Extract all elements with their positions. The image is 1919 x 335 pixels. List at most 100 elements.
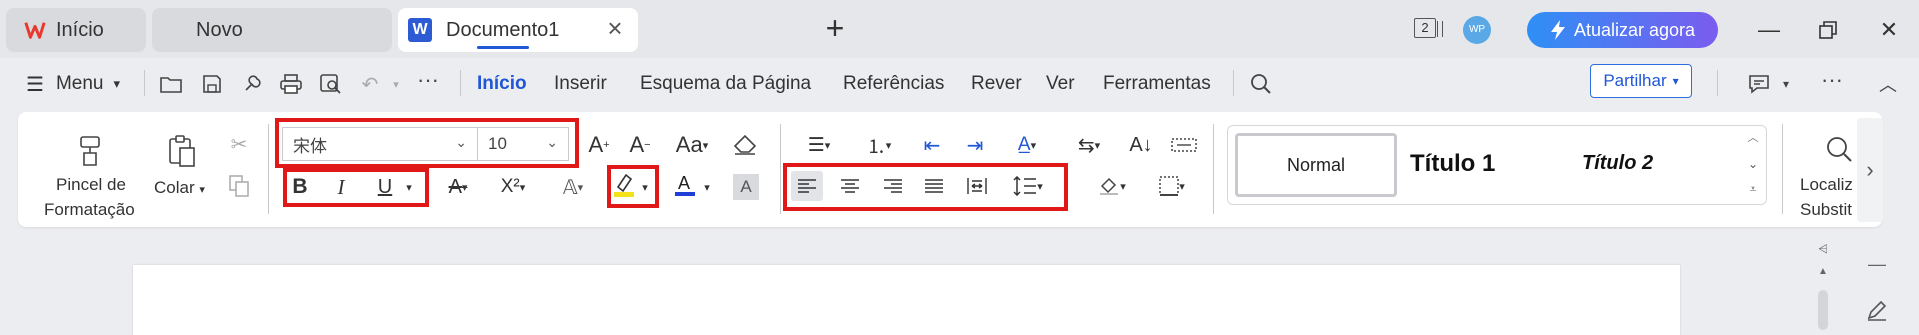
tab-inicio[interactable]: Início (477, 68, 527, 100)
print-preview-icon[interactable] (317, 70, 345, 98)
more-icon[interactable]: ··· (414, 66, 442, 94)
numbered-list-icon[interactable]: ⒈ ▾ (857, 130, 901, 160)
menu-label: Menu (55, 73, 104, 94)
styles-scroll-down-icon[interactable]: ⌄ (1744, 155, 1762, 173)
paste-icon[interactable] (166, 133, 198, 169)
find-label-1[interactable]: Localiz (1800, 175, 1853, 195)
divider (1213, 124, 1214, 214)
undo-icon[interactable]: ↶ (356, 70, 384, 98)
lightning-icon (1550, 20, 1565, 40)
tab-ver[interactable]: Ver (1046, 68, 1075, 100)
pen-icon[interactable] (1864, 297, 1890, 323)
ltr-rtl-icon[interactable]: ⇆ ▾ (1067, 130, 1111, 160)
shading-icon[interactable]: ▾ (1090, 171, 1134, 201)
font-color-icon[interactable]: A (672, 170, 698, 200)
change-case-icon[interactable]: Aa ▾ (670, 130, 714, 160)
tab-ver-label: Ver (1046, 73, 1075, 94)
plus-icon[interactable]: + (820, 12, 850, 44)
format-painter-label-2[interactable]: Formatação (44, 200, 135, 220)
more-icon[interactable]: ··· (1818, 66, 1846, 94)
divider (780, 124, 781, 214)
avatar[interactable]: WP (1463, 16, 1491, 44)
minimize-icon[interactable]: — (1749, 10, 1789, 50)
find-icon[interactable] (1823, 133, 1855, 165)
format-painter-icon[interactable] (74, 133, 106, 169)
divider (1233, 70, 1234, 96)
chevron-down-icon[interactable]: ▾ (1772, 70, 1800, 98)
tab-rever-label: Rever (971, 73, 1022, 94)
comment-icon[interactable] (1745, 70, 1773, 98)
tab-home[interactable]: Início (6, 8, 146, 52)
print-icon[interactable] (277, 70, 305, 98)
open-folder-icon[interactable] (157, 70, 185, 98)
save-icon[interactable] (198, 70, 226, 98)
split-view-icon[interactable]: ⩤ (1814, 240, 1832, 258)
restore-icon[interactable] (1808, 10, 1848, 50)
share-button[interactable]: Partilhar ▾ (1590, 64, 1692, 98)
sort-icon[interactable]: A↓ (1125, 130, 1157, 160)
text-direction-icon[interactable]: A̲ ▾ (1005, 130, 1049, 160)
show-hide-marks-icon[interactable] (1168, 130, 1200, 160)
search-icon[interactable] (1247, 70, 1275, 98)
grow-font-icon[interactable]: A + (584, 130, 614, 160)
styles-expand-icon[interactable]: ⩡ (1744, 180, 1762, 198)
style-title-2[interactable]: Título 2 (1582, 152, 1653, 175)
tab-inserir[interactable]: Inserir (554, 68, 607, 100)
scroll-up-icon[interactable]: ▲ (1814, 262, 1832, 280)
divider (1782, 124, 1783, 214)
style-title-2-label: Título 2 (1582, 152, 1654, 174)
clear-format-icon[interactable] (730, 130, 760, 160)
vertical-scrollbar[interactable] (1818, 290, 1828, 330)
tab-referencias[interactable]: Referências (843, 68, 944, 100)
shrink-font-icon[interactable]: A − (625, 130, 655, 160)
cut-icon[interactable]: ✂ (225, 130, 253, 158)
document-page[interactable] (133, 265, 1680, 335)
chevron-down-icon: ▾ (113, 76, 120, 91)
divider (460, 70, 461, 96)
chevron-down-icon[interactable]: ▾ (382, 70, 410, 98)
ribbon-scroll-right-icon[interactable]: › (1857, 118, 1883, 222)
tab-esquema-label: Esquema da Página (640, 73, 812, 94)
borders-icon[interactable]: ▾ (1150, 171, 1194, 201)
tab-inicio-label: Início (477, 73, 527, 94)
format-painter-label-1[interactable]: Pincel de (56, 175, 126, 195)
paste-button[interactable]: Colar ▾ (154, 178, 205, 198)
character-shading-icon[interactable]: A (733, 174, 759, 200)
bullet-list-icon[interactable]: ☰ ▾ (797, 130, 841, 160)
close-icon[interactable]: × (602, 15, 628, 42)
divider (1717, 70, 1718, 96)
divider (268, 124, 269, 214)
collapse-ribbon-icon[interactable]: ︿ (1874, 70, 1902, 98)
annotation-box-bold-italic-underline (283, 168, 429, 207)
window-count-icon[interactable]: 2 (1414, 18, 1443, 38)
tab-new-document[interactable]: Novo (152, 8, 392, 52)
paste-label: Colar (154, 178, 195, 197)
styles-scroll-up-icon[interactable]: ︿ (1744, 128, 1762, 146)
tab-ferramentas[interactable]: Ferramentas (1103, 68, 1211, 100)
style-normal[interactable]: Normal (1235, 133, 1397, 197)
minimize-panel-icon[interactable]: — (1864, 254, 1890, 274)
menu-button[interactable]: ☰ Menu ▾ (26, 68, 120, 100)
strikethrough-button[interactable]: A ▾ (438, 172, 478, 202)
style-title-1[interactable]: Título 1 (1410, 150, 1495, 178)
avatar-text: WP (1468, 24, 1486, 35)
find-label-2[interactable]: Substit (1800, 200, 1852, 220)
writer-icon-letter: W (412, 21, 428, 38)
tab-esquema-da-pagina[interactable]: Esquema da Página (640, 68, 811, 100)
divider (144, 70, 145, 96)
increase-indent-icon[interactable]: ⇥ (960, 130, 990, 160)
superscript-button[interactable]: X² ▾ (493, 172, 533, 202)
text-effects-button[interactable]: 𝔸 ▾ (553, 172, 593, 202)
tab-rever[interactable]: Rever (971, 68, 1022, 100)
chevron-down-icon: ▾ (1672, 74, 1679, 88)
chevron-down-icon[interactable]: ▾ (700, 174, 714, 200)
writer-document-icon: W (408, 18, 432, 42)
tab-ferramentas-label: Ferramentas (1103, 73, 1211, 94)
copy-icon[interactable] (225, 172, 253, 200)
window-count: 2 (1421, 20, 1429, 35)
tab-referencias-label: Referências (843, 73, 945, 94)
upgrade-button[interactable]: Atualizar agora (1527, 12, 1718, 48)
export-icon[interactable] (238, 70, 266, 98)
decrease-indent-icon[interactable]: ⇤ (917, 130, 947, 160)
close-window-icon[interactable]: ✕ (1869, 10, 1909, 50)
